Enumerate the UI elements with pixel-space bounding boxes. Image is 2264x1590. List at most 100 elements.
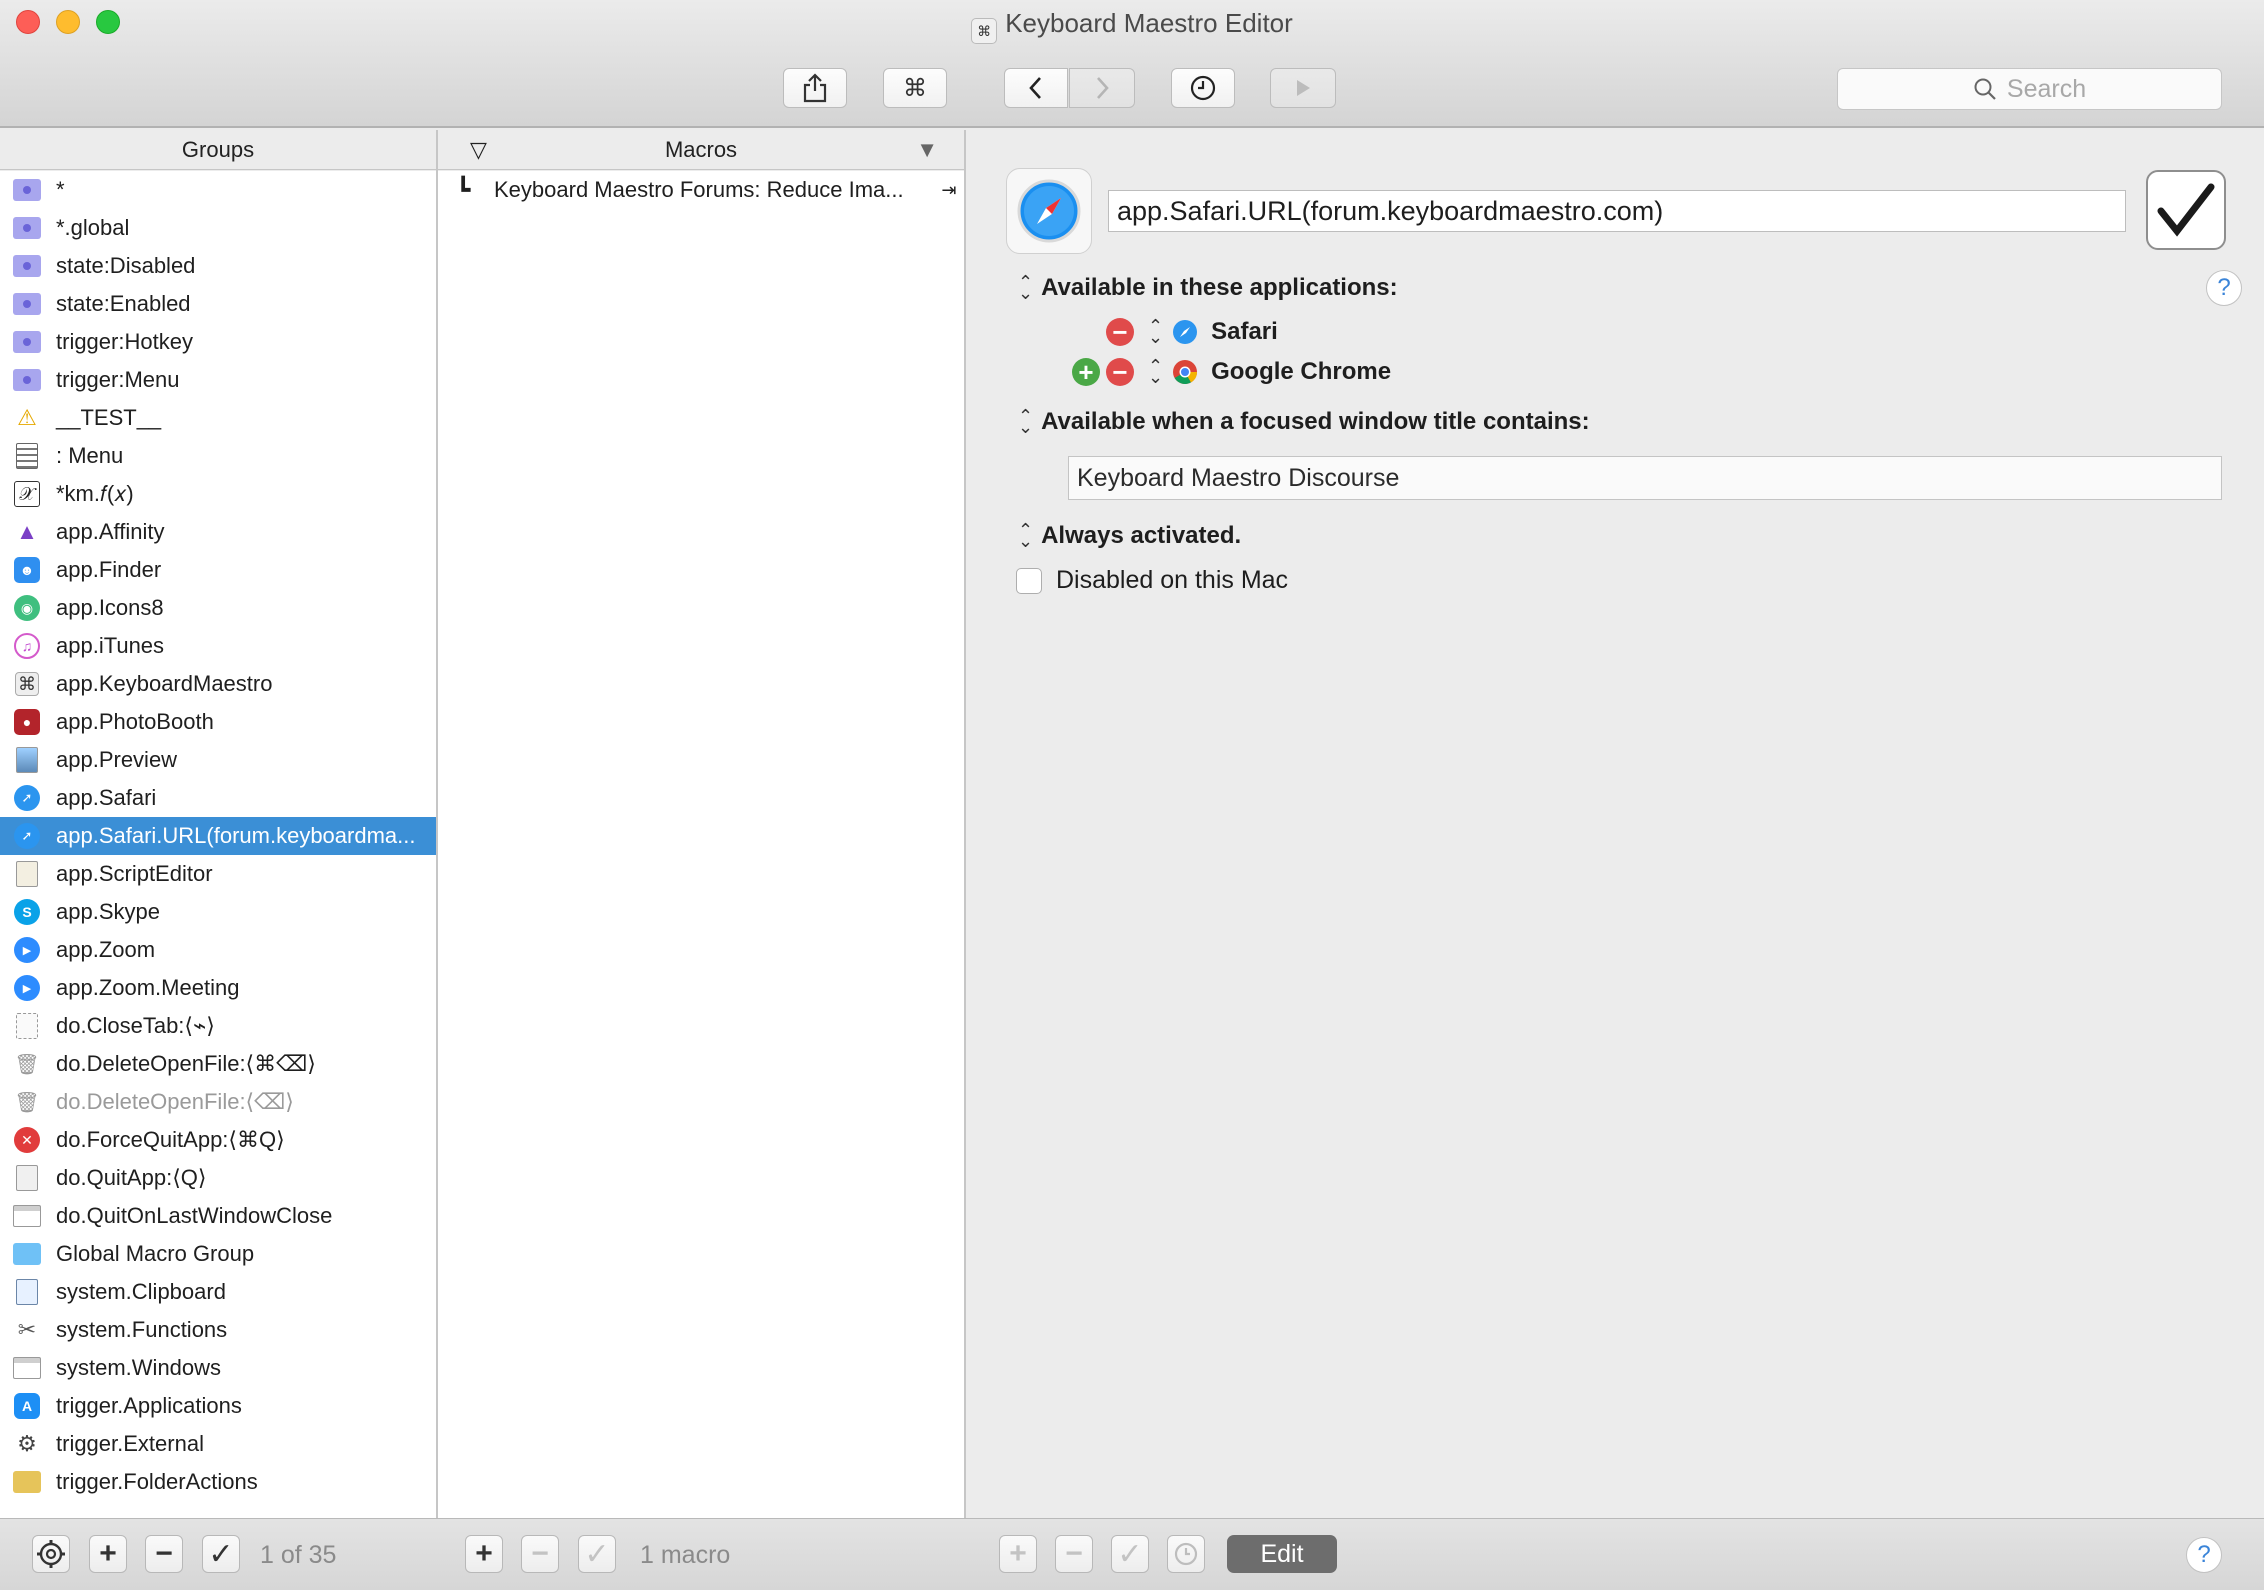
group-label: do.QuitOnLastWindowClose [56, 1203, 333, 1228]
group-row[interactable]: state:Enabled [0, 285, 436, 323]
macro-row[interactable]: ┗ Keyboard Maestro Forums: Reduce Ima... ⇥ [438, 171, 964, 209]
add-group-button[interactable]: + [89, 1535, 127, 1573]
checkmark-icon: ✓ [1117, 1537, 1143, 1571]
enable-group-button[interactable]: ✓ [202, 1535, 240, 1573]
add-macro-button[interactable]: + [465, 1535, 503, 1573]
group-icon-well[interactable] [1006, 168, 1092, 254]
group-row[interactable]: ▶ app.Zoom [0, 931, 436, 969]
group-row[interactable]: do.QuitApp:⟨Q⟩ [0, 1159, 436, 1197]
filter-filled-icon[interactable]: ▼ [916, 130, 938, 170]
folder-icon [12, 176, 42, 204]
group-row[interactable]: ◉ app.Icons8 [0, 589, 436, 627]
group-label: app.Safari.URL(forum.keyboardma... [56, 823, 416, 848]
force-quit-icon: ✕ [12, 1126, 42, 1154]
add-action-button[interactable]: + [999, 1535, 1037, 1573]
group-row[interactable]: trigger:Menu [0, 361, 436, 399]
help-button[interactable]: ? [2206, 270, 2242, 306]
group-row[interactable]: app.Preview [0, 741, 436, 779]
group-enabled-checkbox[interactable] [2146, 170, 2226, 250]
group-label: *km.𝑓(𝑥) [56, 481, 134, 506]
group-label: app.Affinity [56, 519, 165, 544]
command-icon: ⌘ [903, 74, 927, 102]
group-row[interactable]: ✕ do.ForceQuitApp:⟨⌘Q⟩ [0, 1121, 436, 1159]
group-row[interactable]: ♫ app.iTunes [0, 627, 436, 665]
icons8-icon: ◉ [12, 594, 42, 622]
macros-list[interactable]: ┗ Keyboard Maestro Forums: Reduce Ima... ⇥ [438, 171, 964, 1518]
group-row[interactable]: ▶ app.Zoom.Meeting [0, 969, 436, 1007]
plus-icon: + [475, 1537, 493, 1570]
command-button[interactable]: ⌘ [883, 68, 947, 108]
group-row[interactable]: ➚ app.Safari [0, 779, 436, 817]
available-apps-popup[interactable]: ⌃ ⌄ Available in these applications: [1018, 273, 1398, 302]
group-row[interactable]: Atrigger.Applications [0, 1387, 436, 1425]
group-row[interactable]: 🗑 do.DeleteOpenFile:⟨⌘⌫⟩ [0, 1045, 436, 1083]
disabled-on-mac-checkbox[interactable] [1016, 567, 1042, 594]
back-button[interactable] [1004, 68, 1068, 108]
updown-icon[interactable]: ⌃ ⌄ [1148, 317, 1163, 346]
list-icon [12, 442, 42, 470]
recent-button[interactable] [1171, 68, 1235, 108]
group-row[interactable]: Sapp.Skype [0, 893, 436, 931]
quit-app-icon [12, 1164, 42, 1192]
remove-app-button[interactable]: − [1106, 318, 1134, 346]
groups-list[interactable]: * *.global state:Disabled state:Enabled trig… [0, 171, 436, 1518]
group-actions-button[interactable] [32, 1535, 70, 1573]
group-row[interactable]: ● app.PhotoBooth [0, 703, 436, 741]
group-row[interactable]: Global Macro Group [0, 1235, 436, 1273]
remove-action-button[interactable]: − [1055, 1535, 1093, 1573]
folder-icon [12, 252, 42, 280]
activation-popup[interactable]: ⌃ ⌄ Always activated. [1018, 521, 1241, 550]
group-label: trigger:Menu [56, 367, 180, 392]
updown-icon[interactable]: ⌃ ⌄ [1148, 357, 1163, 386]
clock-icon [1174, 1542, 1198, 1566]
window-title-popup[interactable]: ⌃ ⌄ Available when a focused window title… [1018, 407, 1590, 436]
available-apps-label: Available in these applications: [1041, 274, 1398, 301]
share-button[interactable] [783, 68, 847, 108]
help-button[interactable]: ? [2186, 1537, 2222, 1573]
add-app-button[interactable]: + [1072, 358, 1100, 386]
enable-action-button[interactable]: ✓ [1111, 1535, 1149, 1573]
group-row[interactable]: system.Clipboard [0, 1273, 436, 1311]
plus-icon: + [99, 1537, 117, 1570]
group-row[interactable]: ⚠ __TEST__ [0, 399, 436, 437]
search-field[interactable]: Search [1837, 68, 2222, 110]
group-row[interactable]: ⚙ trigger.External [0, 1425, 436, 1463]
history-button[interactable] [1167, 1535, 1205, 1573]
forward-button[interactable] [1069, 68, 1135, 108]
macros-column-header[interactable]: ▽ Macros ▼ [438, 130, 964, 170]
group-label: __TEST__ [56, 405, 162, 430]
group-row[interactable]: ➚ app.Safari.URL(forum.keyboardma... [0, 817, 436, 855]
group-row[interactable]: system.Windows [0, 1349, 436, 1387]
group-label: app.Skype [56, 899, 160, 924]
disabled-on-mac-option[interactable]: Disabled on this Mac [1016, 566, 1288, 595]
group-label: do.QuitApp:⟨Q⟩ [56, 1165, 207, 1190]
group-row[interactable]: ▲ app.Affinity [0, 513, 436, 551]
group-row[interactable]: trigger:Hotkey [0, 323, 436, 361]
group-row[interactable]: 🗑 do.DeleteOpenFile:⟨⌫⟩ [0, 1083, 436, 1121]
groups-column-header[interactable]: Groups [0, 130, 436, 170]
filter-outline-icon[interactable]: ▽ [470, 130, 487, 170]
group-row[interactable]: do.QuitOnLastWindowClose [0, 1197, 436, 1235]
group-row[interactable]: *.global [0, 209, 436, 247]
group-row[interactable]: do.CloseTab:⟨⌁⟩ [0, 1007, 436, 1045]
group-row[interactable]: ✂ system.Functions [0, 1311, 436, 1349]
group-name-field[interactable]: app.Safari.URL(forum.keyboardmaestro.com… [1108, 190, 2126, 232]
group-row[interactable]: 𝒳 *km.𝑓(𝑥) [0, 475, 436, 513]
group-row[interactable]: : Menu [0, 437, 436, 475]
group-row[interactable]: trigger.FolderActions [0, 1463, 436, 1501]
group-row[interactable]: ⌘ app.KeyboardMaestro [0, 665, 436, 703]
remove-macro-button[interactable]: − [521, 1535, 559, 1573]
window-title-field[interactable]: Keyboard Maestro Discourse [1068, 456, 2222, 500]
macro-label: Keyboard Maestro Forums: Reduce Ima... [494, 177, 904, 202]
run-button[interactable] [1270, 68, 1336, 108]
enable-macro-button[interactable]: ✓ [578, 1535, 616, 1573]
remove-app-button[interactable]: − [1106, 358, 1134, 386]
group-label: do.DeleteOpenFile:⟨⌘⌫⟩ [56, 1051, 316, 1076]
edit-button[interactable]: Edit [1227, 1535, 1337, 1573]
remove-group-button[interactable]: − [145, 1535, 183, 1573]
group-row[interactable]: app.ScriptEditor [0, 855, 436, 893]
group-row[interactable]: * [0, 171, 436, 209]
group-row[interactable]: state:Disabled [0, 247, 436, 285]
group-row[interactable]: ☻ app.Finder [0, 551, 436, 589]
chevron-left-icon [1029, 77, 1041, 99]
